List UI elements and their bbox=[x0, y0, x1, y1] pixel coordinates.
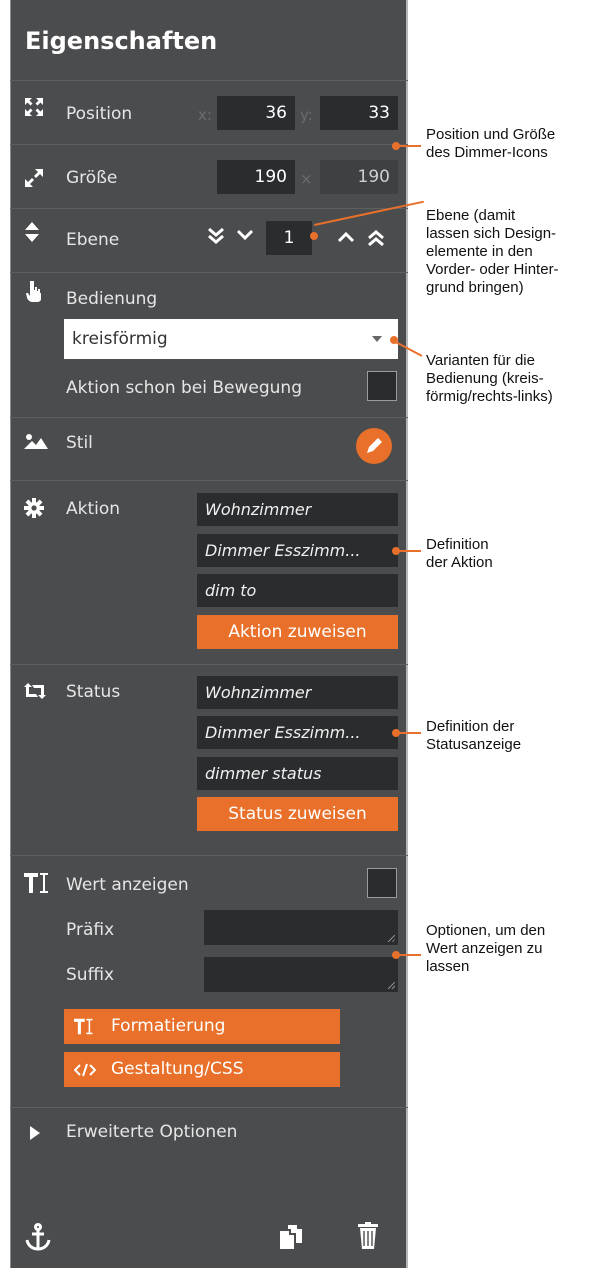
annotation-layer: Ebene (damit lassen sich Design- element… bbox=[426, 207, 559, 296]
panel-title: Eigenschaften bbox=[25, 27, 218, 55]
motion-action-label: Aktion schon bei Bewegung bbox=[66, 378, 302, 398]
action-label: Aktion bbox=[66, 499, 121, 519]
css-design-button[interactable]: Gestaltung/CSS bbox=[64, 1052, 340, 1087]
move-arrows-icon bbox=[25, 98, 43, 116]
action-field-1[interactable]: Wohnzimmer bbox=[197, 493, 398, 526]
callout-line bbox=[396, 954, 421, 956]
layer-label: Ebene bbox=[66, 230, 120, 250]
assign-action-button[interactable]: Aktion zuweisen bbox=[197, 615, 398, 649]
motion-action-checkbox[interactable] bbox=[367, 371, 397, 401]
caret-right-icon[interactable] bbox=[30, 1126, 40, 1140]
pointer-hand-icon bbox=[26, 281, 41, 302]
divider bbox=[10, 80, 408, 81]
callout-line bbox=[396, 145, 421, 147]
position-label: Position bbox=[66, 104, 133, 124]
prefix-input[interactable] bbox=[204, 910, 398, 945]
annotation-value: Optionen, um den Wert anzeigen zu lassen bbox=[426, 922, 546, 975]
chevron-up-icon[interactable] bbox=[337, 230, 355, 244]
layer-input[interactable]: 1 bbox=[266, 221, 312, 255]
position-y-input[interactable]: 33 bbox=[320, 96, 398, 130]
anchor-icon[interactable] bbox=[24, 1223, 52, 1251]
chevron-down-icon[interactable] bbox=[236, 228, 254, 242]
copy-icon[interactable] bbox=[279, 1224, 303, 1250]
trash-icon[interactable] bbox=[357, 1222, 379, 1250]
assign-status-button[interactable]: Status zuweisen bbox=[197, 797, 398, 831]
edit-pencil-icon[interactable] bbox=[356, 428, 392, 464]
resize-icon bbox=[25, 169, 43, 187]
annotation-operation: Varianten für die Bedienung (kreis- förm… bbox=[426, 352, 553, 405]
callout-dot bbox=[310, 232, 318, 240]
operation-select[interactable]: kreisförmig bbox=[64, 319, 398, 359]
divider bbox=[10, 272, 408, 273]
callout-line bbox=[396, 550, 421, 552]
prefix-label: Präfix bbox=[66, 920, 115, 940]
x-label: x: bbox=[198, 106, 212, 124]
suffix-input[interactable] bbox=[204, 957, 398, 992]
show-value-label: Wert anzeigen bbox=[66, 875, 189, 895]
double-chevron-down-icon[interactable] bbox=[206, 226, 226, 246]
divider bbox=[10, 480, 408, 481]
divider bbox=[10, 664, 408, 665]
status-field-2[interactable]: Dimmer Esszimm... bbox=[197, 716, 398, 749]
code-icon bbox=[74, 1063, 96, 1077]
status-field-1[interactable]: Wohnzimmer bbox=[197, 676, 398, 709]
size-width-input[interactable]: 190 bbox=[217, 160, 295, 194]
double-chevron-up-icon[interactable] bbox=[366, 228, 386, 248]
show-value-checkbox[interactable] bbox=[367, 868, 397, 898]
position-x-input[interactable]: 36 bbox=[217, 96, 295, 130]
annotation-action: Definition der Aktion bbox=[426, 536, 493, 571]
callout-line bbox=[396, 732, 421, 734]
status-field-3[interactable]: dimmer status bbox=[197, 757, 398, 790]
action-field-3[interactable]: dim to bbox=[197, 574, 398, 607]
text-format-icon bbox=[74, 1018, 93, 1035]
divider bbox=[10, 1107, 408, 1108]
size-label: Größe bbox=[66, 168, 118, 188]
suffix-label: Suffix bbox=[66, 965, 115, 985]
image-icon bbox=[24, 434, 48, 449]
status-label: Status bbox=[66, 682, 121, 702]
annotation-position: Position und Größe des Dimmer-Icons bbox=[426, 126, 556, 161]
text-format-icon bbox=[24, 873, 48, 893]
formatting-button-label: Formatierung bbox=[111, 1016, 226, 1036]
formatting-button[interactable]: Formatierung bbox=[64, 1009, 340, 1044]
advanced-options-label[interactable]: Erweiterte Optionen bbox=[66, 1122, 237, 1142]
css-design-button-label: Gestaltung/CSS bbox=[111, 1059, 244, 1079]
gear-icon bbox=[24, 498, 44, 518]
y-label: y: bbox=[300, 106, 313, 124]
retweet-icon bbox=[24, 683, 46, 699]
sort-arrows-icon bbox=[25, 222, 39, 242]
operation-label: Bedienung bbox=[66, 289, 158, 309]
size-height-input[interactable]: 190 bbox=[320, 160, 398, 194]
divider bbox=[10, 417, 408, 418]
divider bbox=[10, 208, 408, 209]
dropdown-caret-icon[interactable] bbox=[372, 336, 382, 342]
style-label: Stil bbox=[66, 433, 93, 453]
times-symbol: × bbox=[300, 170, 313, 188]
action-field-2[interactable]: Dimmer Esszimm... bbox=[197, 534, 398, 567]
divider bbox=[10, 144, 408, 145]
annotation-status: Definition der Statusanzeige bbox=[426, 718, 522, 753]
divider bbox=[10, 855, 408, 856]
